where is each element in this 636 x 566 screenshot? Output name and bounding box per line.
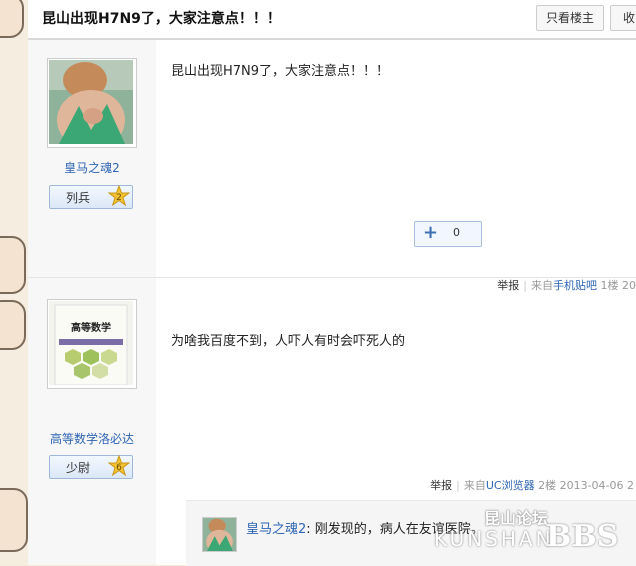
svg-text:高等数学: 高等数学	[71, 321, 111, 334]
avatar-image	[49, 60, 135, 146]
only-op-button[interactable]: 只看楼主	[536, 5, 604, 31]
rank-badge[interactable]: 列兵 2	[49, 185, 133, 209]
reply-avatar[interactable]	[202, 517, 237, 552]
level-number: 6	[116, 463, 122, 473]
thread-header: 昆山出现H7N9了，大家注意点！！！ 只看楼主 收	[28, 0, 636, 40]
watermark-cn: 昆山论坛	[484, 509, 549, 528]
collect-button[interactable]: 收	[610, 5, 636, 31]
thread-page: 昆山出现H7N9了，大家注意点！！！ 只看楼主 收 皇马之魂2 列兵 2 昆山出…	[28, 0, 636, 566]
report-link[interactable]: 举报	[430, 479, 452, 492]
post-content: 昆山出现H7N9了，大家注意点！！！	[171, 64, 390, 79]
avatar[interactable]: 高等数学	[47, 299, 137, 389]
floor-number: 2楼	[538, 479, 557, 492]
avatar[interactable]	[47, 58, 137, 148]
rank-label: 列兵	[66, 191, 91, 205]
post-2-tail: 举报 | 来自UC浏览器 2楼 2013-04-06 2	[430, 477, 634, 493]
author-column: 高等数学 高等数学洛必达 少尉 6	[28, 278, 156, 565]
author-name[interactable]: 高等数学洛必达	[28, 430, 156, 447]
author-name[interactable]: 皇马之魂2	[28, 159, 156, 176]
source-link[interactable]: UC浏览器	[486, 479, 535, 492]
separator: |	[456, 479, 460, 492]
avatar-image: 高等数学	[49, 301, 135, 387]
rank-label: 少尉	[66, 461, 91, 475]
source-prefix: 来自	[463, 479, 486, 492]
rank-badge[interactable]: 少尉 6	[49, 455, 133, 479]
star-level-icon: 6	[108, 455, 130, 477]
post-date: 2013-04-06 2	[559, 479, 634, 492]
like-button[interactable]: + 0	[414, 221, 482, 247]
left-decoration	[0, 0, 28, 565]
post-floor-1: 皇马之魂2 列兵 2 昆山出现H7N9了，大家注意点！！！ + 0	[28, 40, 636, 278]
watermark-en: KUNSHAN	[434, 527, 554, 551]
level-number: 2	[116, 193, 122, 203]
plus-icon: +	[423, 222, 439, 243]
like-count: 0	[453, 226, 460, 239]
star-level-icon: 2	[108, 185, 130, 207]
reply-author[interactable]: 皇马之魂2	[246, 522, 306, 537]
post-content: 为啥我百度不到，人吓人有时会吓死人的	[171, 334, 406, 349]
thread-title: 昆山出现H7N9了，大家注意点！！！	[42, 11, 281, 27]
watermark-bbs: BBS	[546, 519, 619, 554]
author-column: 皇马之魂2 列兵 2	[28, 40, 156, 277]
forum-watermark: 昆山论坛 KUNSHAN BBS	[434, 505, 634, 561]
reply-colon: :	[306, 522, 315, 537]
